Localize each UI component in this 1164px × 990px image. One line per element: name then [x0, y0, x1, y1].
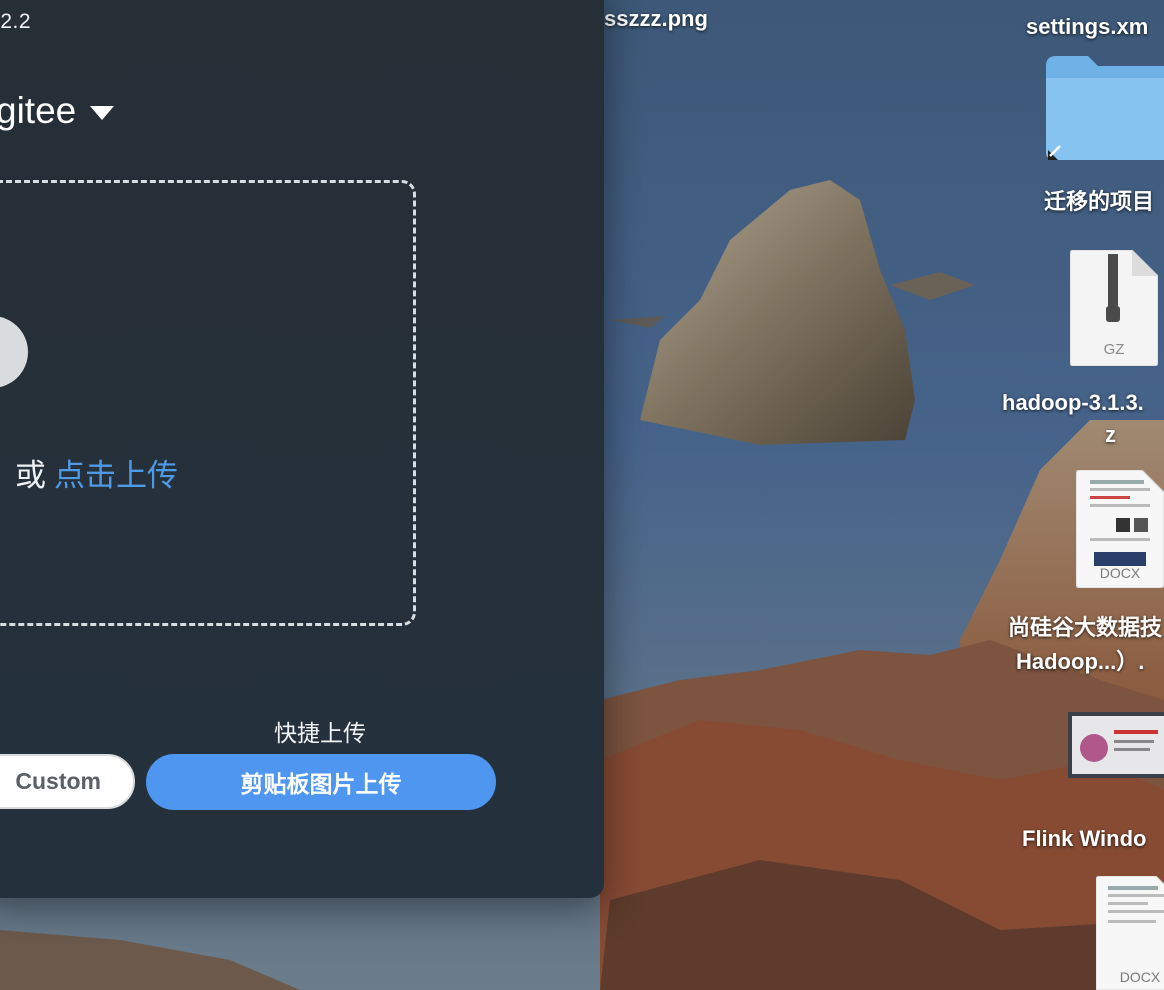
- folder-icon[interactable]: [1046, 52, 1164, 162]
- flink-file-thumbnail[interactable]: [1068, 712, 1164, 778]
- drop-zone-hint: 或点击上传: [15, 450, 178, 495]
- docx-file-icon-2[interactable]: DOCX: [1096, 876, 1164, 990]
- docx-file-icon[interactable]: DOCX: [1076, 470, 1164, 588]
- gz-archive-icon[interactable]: GZ: [1070, 250, 1158, 366]
- picbed-name[interactable]: gitee: [0, 90, 76, 132]
- clipboard-upload-button[interactable]: 剪贴板图片上传: [146, 754, 496, 810]
- desktop-file-label-png[interactable]: sszzz.png: [604, 6, 708, 32]
- upload-drop-zone[interactable]: [0, 180, 416, 626]
- folder-label[interactable]: 迁移的项目: [1044, 184, 1154, 216]
- caret-down-icon[interactable]: [90, 106, 115, 120]
- upload-window: .2.2 gitee 或点击上传 快捷上传 Custom 剪贴板图片上传: [0, 0, 604, 898]
- click-upload-link[interactable]: 点击上传: [54, 458, 178, 493]
- docx2-type-label: DOCX: [1120, 969, 1161, 985]
- version-label: .2.2: [0, 10, 32, 33]
- docx1-type-label: DOCX: [1100, 565, 1141, 581]
- quick-upload-label: 快捷上传: [274, 720, 366, 746]
- gz-file-label-line1[interactable]: hadoop-3.1.3.: [1002, 390, 1144, 416]
- picbed-selector[interactable]: gitee: [0, 90, 115, 132]
- gz-file-label-line2[interactable]: z: [1105, 422, 1116, 448]
- custom-upload-button[interactable]: Custom: [0, 754, 135, 809]
- drop-zone-or-text: 或: [15, 458, 46, 493]
- docx-file-label-line2[interactable]: Hadoop...）.: [1016, 644, 1144, 676]
- gz-type-label: GZ: [1104, 341, 1125, 358]
- docx-file-label-line1[interactable]: 尚硅谷大数据技: [1008, 610, 1162, 642]
- desktop: sszzz.png settings.xm 迁移的项目 GZ hadoop-3.…: [0, 0, 1164, 990]
- flink-file-label[interactable]: Flink Windo: [1022, 826, 1146, 852]
- desktop-file-label-settings[interactable]: settings.xm: [1026, 14, 1148, 40]
